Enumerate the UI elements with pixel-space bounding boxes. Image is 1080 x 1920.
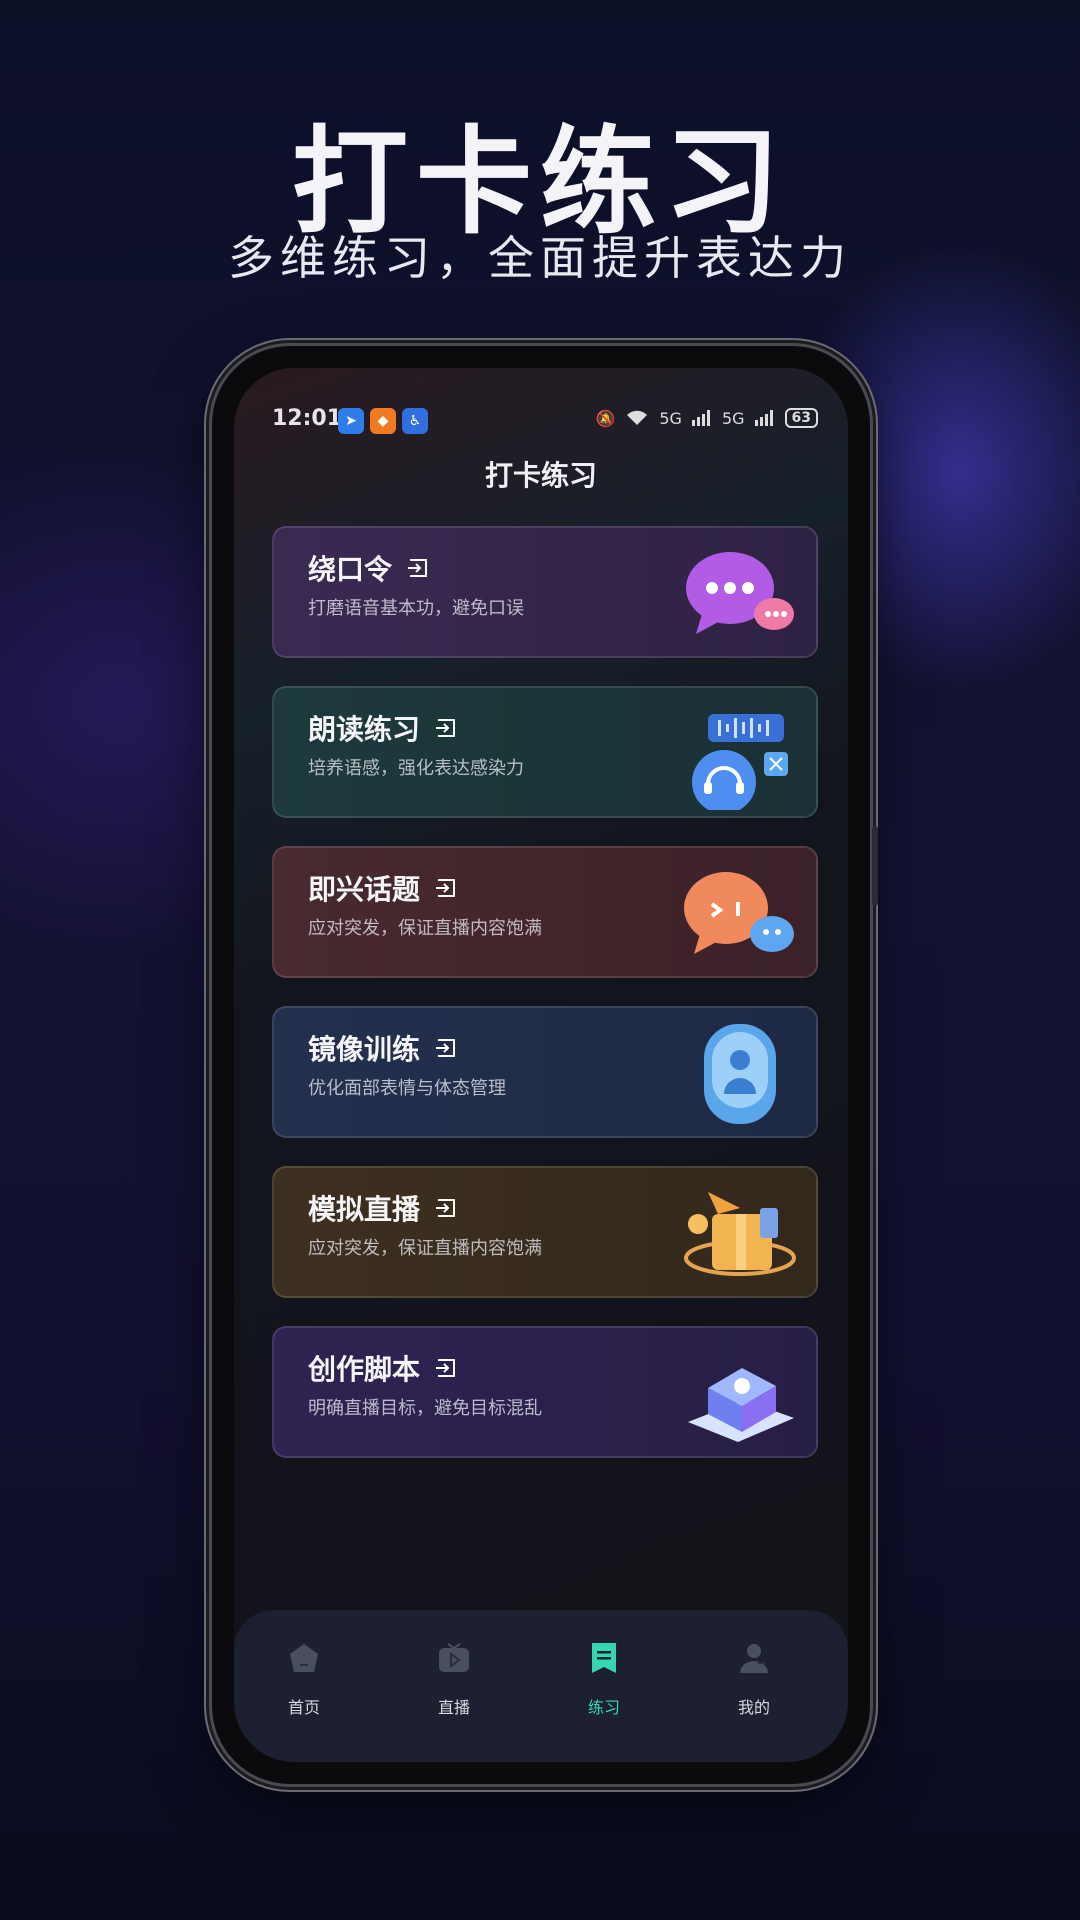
card-description: 应对突发，保证直播内容饱满 — [308, 918, 542, 939]
home-icon — [290, 1644, 318, 1672]
card-title-row: 即兴话题 — [308, 868, 458, 908]
card-title-row: 创作脚本 — [308, 1348, 458, 1388]
topic-chat-icon — [684, 872, 794, 954]
card-title: 镜像训练 — [308, 1033, 421, 1066]
tab-label: 直播 — [437, 1698, 470, 1717]
mirror-icon — [704, 1024, 776, 1124]
signal-bars-icon — [691, 410, 710, 426]
live-tv-icon — [439, 1643, 469, 1672]
card-description: 应对突发，保证直播内容饱满 — [308, 1238, 542, 1259]
tab-live[interactable]: 直播 — [404, 1640, 504, 1718]
app-notification-icon: ◆ — [370, 408, 396, 434]
card-title: 朗读练习 — [308, 713, 421, 746]
page-title: 打卡练习 — [484, 459, 597, 492]
card-title-row: 镜像训练 — [308, 1028, 458, 1068]
practice-card-script[interactable]: 创作脚本 明确直播目标，避免目标混乱 — [272, 1326, 818, 1458]
card-title-row: 绕口令 — [308, 548, 430, 588]
card-title: 创作脚本 — [308, 1353, 421, 1386]
tab-label: 我的 — [737, 1698, 770, 1717]
tab-label: 首页 — [287, 1698, 320, 1717]
enter-arrow-icon — [436, 879, 456, 897]
signal-label: 5G — [721, 408, 745, 428]
headset-reading-icon — [692, 714, 788, 810]
gift-box-icon — [684, 1192, 796, 1276]
practice-card-mirror[interactable]: 镜像训练 优化面部表情与体态管理 — [272, 1006, 818, 1138]
tab-profile[interactable]: 我的 — [704, 1640, 804, 1718]
bottom-tab-bar: 首页 直播 练习 我的 — [234, 1610, 848, 1762]
promo-subtitle: 多维练习，全面提升表达力 — [228, 231, 852, 285]
practice-card-tongue-twister[interactable]: 绕口令 打磨语音基本功，避免口误 — [272, 526, 818, 658]
card-description: 优化面部表情与体态管理 — [308, 1078, 506, 1099]
card-title: 绕口令 — [308, 553, 393, 586]
practice-card-impromptu[interactable]: 即兴话题 应对突发，保证直播内容饱满 — [272, 846, 818, 978]
card-title: 即兴话题 — [308, 873, 421, 906]
app-screen: 12:01 ➤ ◆ ♿ 🔕 5G 5G 63 打卡练习 绕口令 打磨语音基本功，… — [234, 368, 848, 1762]
card-description: 打磨语音基本功，避免口误 — [308, 598, 524, 619]
phone-frame: 12:01 ➤ ◆ ♿ 🔕 5G 5G 63 打卡练习 绕口令 打磨语音基本功，… — [212, 346, 870, 1784]
card-title-row: 朗读练习 — [308, 708, 458, 748]
phone-side-button — [872, 826, 878, 906]
card-description: 明确直播目标，避免目标混乱 — [308, 1398, 542, 1419]
signal-label: 5G — [659, 408, 682, 428]
chat-bubbles-icon — [686, 552, 794, 634]
status-time: 12:01 — [272, 406, 343, 431]
practice-card-mock-live[interactable]: 模拟直播 应对突发，保证直播内容饱满 — [272, 1166, 818, 1298]
profile-icon — [740, 1644, 768, 1673]
enter-arrow-icon — [436, 719, 456, 737]
mute-bell-icon: 🔕 — [595, 408, 616, 428]
enter-arrow-icon — [436, 1359, 456, 1377]
script-cube-icon — [688, 1368, 794, 1442]
card-description: 培养语感，强化表达感染力 — [308, 758, 524, 779]
status-app-icons: ➤ ◆ ♿ — [338, 408, 428, 434]
app-notification-icon: ➤ — [338, 408, 364, 434]
card-title: 模拟直播 — [308, 1193, 421, 1226]
tab-label: 练习 — [587, 1698, 620, 1717]
app-notification-icon: ♿ — [402, 408, 428, 434]
battery-indicator: 63 — [784, 408, 818, 428]
status-bar: 12:01 ➤ ◆ ♿ 🔕 5G 5G 63 — [234, 406, 848, 440]
tab-home[interactable]: 首页 — [254, 1640, 354, 1718]
enter-arrow-icon — [436, 1199, 456, 1217]
wifi-icon — [627, 410, 648, 425]
status-indicators: 🔕 5G 5G 63 — [595, 408, 818, 428]
tab-practice[interactable]: 练习 — [554, 1640, 654, 1718]
enter-arrow-icon — [408, 559, 428, 577]
card-title-row: 模拟直播 — [308, 1188, 458, 1228]
signal-bars-icon — [754, 410, 773, 426]
enter-arrow-icon — [436, 1039, 456, 1057]
practice-icon — [592, 1643, 616, 1673]
practice-card-reading[interactable]: 朗读练习 培养语感，强化表达感染力 — [272, 686, 818, 818]
